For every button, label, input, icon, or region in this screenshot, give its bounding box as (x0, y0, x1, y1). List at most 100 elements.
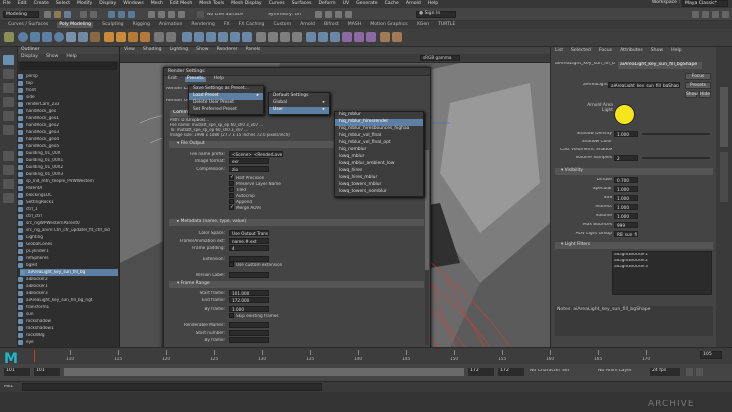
ae-attr-field[interactable]: 1.000 (614, 131, 638, 137)
outliner-menu-item[interactable]: Display (21, 54, 38, 60)
shelf-tab[interactable]: FX (224, 22, 230, 28)
auto-key-icon[interactable] (686, 368, 693, 376)
outliner-item[interactable]: building_01_00X1 (18, 157, 63, 164)
outliner-item[interactable]: top (18, 80, 33, 87)
outliner-item[interactable]: persp (18, 73, 38, 80)
outliner-item[interactable]: side (18, 94, 35, 101)
visibility-attr-field[interactable]: 999 (614, 222, 638, 228)
light-filter-item[interactable]: aiLightBlocker1 (614, 253, 648, 257)
lasso-tool-icon[interactable] (3, 69, 14, 79)
start-frame-field[interactable]: 101 (4, 368, 30, 376)
range-slider-bar[interactable] (64, 368, 464, 376)
outliner-item[interactable]: ctrl_ctrl (18, 213, 42, 220)
visibility-attr-field[interactable]: 1.000 (614, 186, 638, 192)
outliner-item[interactable]: handRock_geo2 (18, 122, 59, 129)
shelf-settings-icon[interactable] (4, 32, 14, 42)
ae-node-name-field[interactable]: aiAreaLight_key_sun_fill_bgShape (608, 82, 680, 88)
rs-field-input[interactable] (229, 256, 269, 262)
shelf-tab[interactable]: Motion Graphics (370, 22, 407, 28)
outliner-item[interactable]: ParentA (18, 185, 42, 192)
rs-field-input[interactable]: <Scene>_<RenderLayer> (229, 151, 283, 157)
outliner-item[interactable]: handRock_geo5 (18, 143, 59, 150)
paint-select-icon[interactable] (3, 83, 14, 93)
undo-icon[interactable] (80, 11, 87, 18)
open-scene-icon[interactable] (54, 11, 61, 18)
outliner-item[interactable]: building_01_00X3 (18, 171, 63, 178)
connect-icon[interactable] (280, 32, 290, 42)
separate-icon[interactable] (116, 32, 126, 42)
color-space-dropdown[interactable]: sRGB gamma (420, 55, 460, 61)
user-preset-item-active[interactable]: hiq_mblur_hiresrender (335, 119, 423, 126)
outliner-item[interactable]: blockingLOC (18, 192, 52, 199)
ae-attr-slider[interactable] (642, 157, 710, 159)
persp-outliner-icon[interactable] (3, 179, 14, 189)
shelf-tab-active[interactable]: Poly Modeling (57, 21, 94, 29)
tool-settings-icon[interactable] (722, 11, 729, 18)
animation-prefs-icon[interactable] (696, 368, 703, 376)
offset-loop-icon[interactable] (318, 32, 328, 42)
rs-field-input[interactable]: name.#.ext (229, 238, 269, 244)
outliner-item[interactable]: src_rigWPWesternParent0 (18, 220, 80, 227)
shelf-tab[interactable]: Custom (273, 22, 291, 28)
visibility-attr-field[interactable]: RB_sun_fig (614, 231, 638, 237)
user-preset-item[interactable]: hiq_mblur_vol_final (335, 133, 423, 140)
shelf-tab[interactable]: TURTLE (438, 22, 455, 28)
modeling-toolkit-icon[interactable] (692, 11, 699, 18)
outliner-item[interactable]: ctrl_1 (18, 206, 38, 213)
checkbox[interactable] (229, 193, 234, 198)
rs-field-input[interactable]: zip (229, 166, 269, 172)
rs-scrollbar-thumb[interactable] (425, 150, 429, 270)
outliner-item[interactable]: rockWBg (18, 332, 45, 339)
outliner-item[interactable]: rockshadow1 (18, 325, 54, 332)
menu-item[interactable]: Mesh (151, 1, 163, 7)
light-filter-item[interactable]: aiLightBlocker2 (614, 259, 648, 263)
menu-item[interactable]: Mesh Tools (199, 1, 224, 7)
symmetry-label[interactable]: Symmetry: Off (268, 13, 301, 18)
ae-menu-item[interactable]: Attributes (620, 48, 643, 54)
menu-item[interactable]: Generate (356, 1, 377, 7)
range-start-field[interactable]: 101 (34, 368, 60, 376)
checkbox[interactable] (229, 313, 234, 318)
edge-loop-icon[interactable] (306, 32, 316, 42)
rs-field-input[interactable]: 4 (229, 245, 269, 251)
rs-field-input[interactable]: 172.000 (229, 297, 269, 303)
menu-item[interactable]: File (3, 1, 11, 7)
presets-menu-item-active[interactable]: Load Preset ▸ (189, 93, 263, 100)
outliner-item[interactable]: sp_lnd_mtn_teeple_PVWWestern (18, 178, 94, 185)
planar-map-icon[interactable] (354, 32, 364, 42)
menu-item[interactable]: Windows (123, 1, 144, 7)
user-preset-item[interactable]: hiq_mblur (335, 112, 423, 119)
menu-item[interactable]: Display (99, 1, 116, 7)
viewport-menu-item[interactable]: Lighting (170, 48, 189, 53)
outliner-item[interactable]: front (18, 87, 36, 94)
outliner-item[interactable]: handRock_geo (18, 108, 56, 115)
append-polygon-icon[interactable] (230, 32, 240, 42)
select-component-icon[interactable] (128, 11, 135, 18)
redo-icon[interactable] (90, 11, 97, 18)
outliner-item[interactable]: handRock_geo3 (18, 129, 59, 136)
rs-menu-item[interactable]: Edit (168, 76, 177, 82)
menu-item[interactable]: Create (34, 1, 49, 7)
focus-button[interactable]: Focus (685, 73, 711, 80)
poly-cube-icon[interactable] (30, 32, 40, 42)
ae-menu-item[interactable]: Selected (571, 48, 591, 54)
render-frame-icon[interactable] (315, 11, 322, 18)
poly-sphere-icon[interactable] (18, 32, 28, 42)
select-hierarchy-icon[interactable] (108, 11, 115, 18)
poly-cylinder-icon[interactable] (42, 32, 52, 42)
outliner-item[interactable]: Lighting (18, 234, 43, 241)
mirror-icon[interactable] (166, 32, 176, 42)
outliner-item[interactable]: aiAreaLight_key_sun_fill_bg_rigt (18, 297, 93, 304)
render-settings-titlebar[interactable]: Render Settings (164, 68, 430, 76)
combine-icon[interactable] (104, 32, 114, 42)
layout-icon[interactable] (3, 193, 14, 203)
rotate-tool-icon[interactable] (3, 111, 14, 121)
outliner-item[interactable]: transform1 (18, 304, 49, 311)
shelf-tab[interactable]: FX Caching (239, 22, 265, 28)
outliner-item[interactable]: bgHit (18, 262, 37, 269)
sign-in-button[interactable]: ● Sign In (416, 11, 456, 18)
menu-item[interactable]: Edit Mesh (170, 1, 192, 7)
viewport-menu-item[interactable]: View (124, 48, 135, 53)
menu-item[interactable]: Help (428, 1, 438, 7)
visibility-section-header[interactable]: ▾ Visibility (555, 168, 713, 175)
